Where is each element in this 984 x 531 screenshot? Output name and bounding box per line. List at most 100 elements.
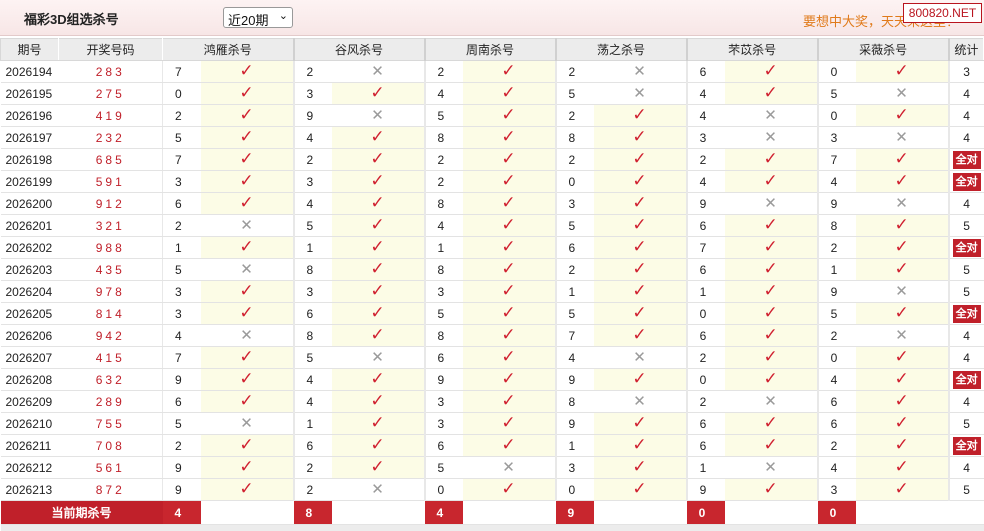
result-cell: ✓ <box>200 456 295 479</box>
check-icon: ✓ <box>501 259 516 278</box>
check-icon: ✓ <box>763 237 778 256</box>
issue-cell: 2026205 <box>0 302 59 325</box>
column-header: 期号 <box>0 38 59 61</box>
kill-number-cell: 4 <box>686 170 725 193</box>
kill-number-cell: 4 <box>424 82 463 105</box>
stat-cell: 4 <box>948 456 984 479</box>
kill-number-cell: 5 <box>817 82 856 105</box>
check-icon: ✓ <box>894 215 909 234</box>
kill-number-cell: 8 <box>555 390 594 413</box>
result-cell: ✓ <box>724 324 819 347</box>
kill-number-cell: 8 <box>293 324 332 347</box>
check-icon: ✓ <box>763 325 778 344</box>
draw-number-cell: 591 <box>58 170 163 193</box>
check-icon: ✓ <box>894 479 909 498</box>
result-cell: ✓ <box>331 148 426 171</box>
result-cell: ✓ <box>724 214 819 237</box>
cross-icon: ✕ <box>240 414 253 432</box>
result-cell: ✕ <box>855 280 950 303</box>
stat-cell: 5 <box>948 478 984 501</box>
result-cell: ✓ <box>462 148 557 171</box>
check-icon: ✓ <box>501 391 516 410</box>
result-cell: ✓ <box>593 258 688 281</box>
cross-icon: ✕ <box>895 128 908 146</box>
result-cell: ✕ <box>724 126 819 149</box>
issue-cell: 2026213 <box>0 478 59 501</box>
empty-cell <box>724 500 818 525</box>
check-icon: ✓ <box>239 303 254 322</box>
result-cell: ✓ <box>200 390 295 413</box>
check-icon: ✓ <box>501 325 516 344</box>
kill-number-cell: 6 <box>424 346 463 369</box>
period-select[interactable]: 近20期 ⌄ <box>223 7 293 28</box>
column-header: 荡之杀号 <box>555 38 688 61</box>
table-row: 2026212 561 9 ✓ 2 ✓ 5 ✕ 3 ✓ 1 ✕ 4 ✓ 4 <box>0 456 984 479</box>
current-kill-number: 0 <box>686 500 725 525</box>
stat-cell: 全对 <box>948 368 984 391</box>
kill-number-cell: 1 <box>686 280 725 303</box>
result-cell: ✕ <box>724 104 819 127</box>
check-icon: ✓ <box>370 193 385 212</box>
stat-cell: 5 <box>948 280 984 303</box>
stat-cell: 4 <box>948 104 984 127</box>
check-icon: ✓ <box>894 237 909 256</box>
kill-number-cell: 8 <box>424 126 463 149</box>
result-cell: ✓ <box>200 126 295 149</box>
check-icon: ✓ <box>239 171 254 190</box>
check-icon: ✓ <box>894 369 909 388</box>
draw-number-cell: 988 <box>58 236 163 259</box>
check-icon: ✓ <box>632 193 647 212</box>
kill-number-cell: 5 <box>555 302 594 325</box>
kill-number-cell: 6 <box>686 324 725 347</box>
current-kill-number: 9 <box>555 500 594 525</box>
kill-number-cell: 4 <box>293 126 332 149</box>
check-icon: ✓ <box>632 171 647 190</box>
kill-number-cell: 7 <box>555 324 594 347</box>
kill-number-cell: 0 <box>817 60 856 83</box>
result-cell: ✓ <box>331 170 426 193</box>
check-icon: ✓ <box>894 391 909 410</box>
kill-number-cell: 2 <box>817 236 856 259</box>
empty-cell <box>200 500 294 525</box>
result-cell: ✓ <box>593 214 688 237</box>
all-right-badge: 全对 <box>952 172 981 191</box>
cross-icon: ✕ <box>371 348 384 366</box>
column-header: 鸿雁杀号 <box>161 38 295 61</box>
kill-number-cell: 6 <box>162 192 201 215</box>
check-icon: ✓ <box>632 259 647 278</box>
check-icon: ✓ <box>632 413 647 432</box>
result-cell: ✕ <box>200 324 295 347</box>
result-cell: ✓ <box>593 148 688 171</box>
cross-icon: ✕ <box>764 194 777 212</box>
kill-number-cell: 3 <box>424 390 463 413</box>
kill-number-cell: 6 <box>555 236 594 259</box>
kill-number-cell: 9 <box>424 368 463 391</box>
cross-icon: ✕ <box>371 62 384 80</box>
kill-number-cell: 4 <box>162 324 201 347</box>
result-cell: ✓ <box>331 324 426 347</box>
result-cell: ✓ <box>200 170 295 193</box>
stat-cell: 4 <box>948 390 984 413</box>
kill-number-cell: 1 <box>293 412 332 435</box>
check-icon: ✓ <box>632 149 647 168</box>
kill-number-cell: 0 <box>817 104 856 127</box>
kill-number-cell: 5 <box>162 412 201 435</box>
result-cell: ✓ <box>462 170 557 193</box>
check-icon: ✓ <box>763 61 778 80</box>
draw-number-cell: 275 <box>58 82 163 105</box>
kill-number-cell: 2 <box>555 104 594 127</box>
draw-number-cell: 942 <box>58 324 163 347</box>
column-header: 谷风杀号 <box>293 38 426 61</box>
kill-number-cell: 2 <box>555 258 594 281</box>
kill-number-cell: 3 <box>293 280 332 303</box>
check-icon: ✓ <box>239 105 254 124</box>
result-cell: ✓ <box>462 104 557 127</box>
cross-icon: ✕ <box>895 84 908 102</box>
kill-number-cell: 7 <box>162 346 201 369</box>
result-cell: ✓ <box>462 82 557 105</box>
check-icon: ✓ <box>370 303 385 322</box>
cross-icon: ✕ <box>764 392 777 410</box>
kill-number-cell: 2 <box>162 434 201 457</box>
result-cell: ✓ <box>331 258 426 281</box>
result-cell: ✓ <box>200 192 295 215</box>
